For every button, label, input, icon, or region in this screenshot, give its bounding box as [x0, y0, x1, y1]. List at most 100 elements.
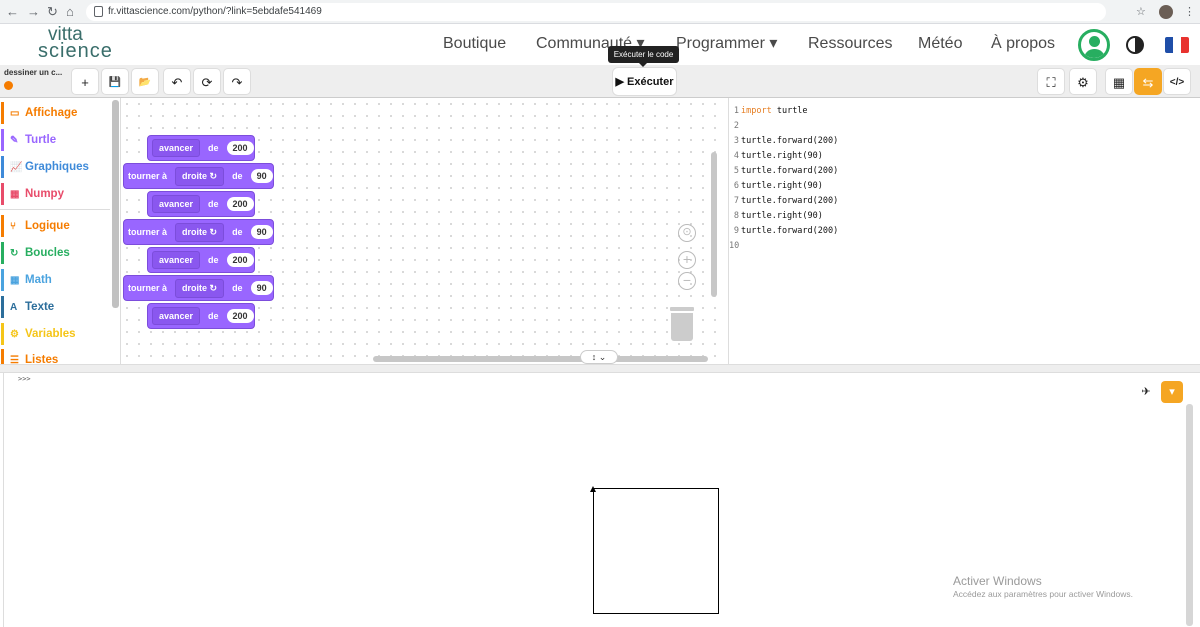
block-de-label: de: [232, 227, 243, 237]
sidebar-item-listes[interactable]: ☰ Listes: [1, 349, 111, 364]
user-account-icon[interactable]: [1078, 29, 1110, 61]
code-text: turtle.forward(200): [741, 136, 839, 146]
code-line[interactable]: 4 turtle.right(90): [729, 149, 823, 164]
block-avancer[interactable]: avancer de 200: [147, 247, 255, 273]
run-button[interactable]: ▶ Exécuter: [612, 67, 677, 96]
code-editor[interactable]: 1 import turtle 2 3 turtle.forward(200) 4 turt…: [728, 98, 1200, 364]
category-icon: ⑂: [10, 221, 16, 232]
refresh-button[interactable]: ⟳: [193, 68, 221, 95]
back-icon[interactable]: ←: [6, 4, 19, 20]
code-line[interactable]: 10: [729, 239, 741, 254]
sidebar-item-math[interactable]: ▦ Math: [1, 269, 111, 291]
line-number: 10: [729, 241, 740, 251]
block-avancer[interactable]: avancer de 200: [147, 135, 255, 161]
undo-button[interactable]: ↶: [163, 68, 191, 95]
category-icon: ▭: [10, 108, 20, 119]
category-icon: ⚙: [10, 329, 19, 340]
browser-chrome: ← → ↻ ⌂ fr.vittascience.com/python/?link…: [0, 0, 1200, 24]
reload-icon[interactable]: ↻: [47, 4, 58, 20]
forward-icon[interactable]: →: [27, 4, 40, 20]
menu-icon[interactable]: ⋮: [1184, 5, 1195, 19]
logo-bottom: science: [38, 40, 113, 62]
workspace-hscrollbar[interactable]: [373, 356, 708, 362]
code-line[interactable]: 6 turtle.right(90): [729, 179, 823, 194]
action-dropdown[interactable]: avancer: [152, 307, 201, 325]
nav-boutique[interactable]: Boutique: [443, 34, 506, 54]
split-view-button[interactable]: ⇆: [1134, 68, 1162, 95]
profile-avatar[interactable]: [1159, 5, 1173, 19]
zoom-in-icon[interactable]: +: [678, 251, 696, 269]
number-input[interactable]: 200: [226, 253, 254, 267]
theme-toggle-icon[interactable]: [1126, 36, 1144, 54]
number-input[interactable]: 90: [250, 169, 273, 183]
number-input[interactable]: 200: [226, 309, 254, 323]
home-icon[interactable]: ⌂: [66, 4, 74, 20]
recenter-icon[interactable]: ⊙: [678, 224, 696, 242]
number-input[interactable]: 200: [226, 141, 254, 155]
sidebar-item-numpy[interactable]: ▦ Numpy: [1, 183, 111, 205]
console-scrollbar[interactable]: [1186, 404, 1193, 626]
code-line[interactable]: 8 turtle.right(90): [729, 209, 823, 224]
code-view-button[interactable]: </>: [1163, 68, 1191, 95]
star-icon[interactable]: ☆: [1136, 5, 1146, 19]
block-avancer[interactable]: avancer de 200: [147, 191, 255, 217]
code-line[interactable]: 5 turtle.forward(200): [729, 164, 838, 179]
code-line[interactable]: 9 turtle.forward(200): [729, 224, 838, 239]
fullscreen-button[interactable]: ⛶: [1037, 68, 1065, 95]
french-flag-icon[interactable]: [1165, 37, 1189, 53]
action-dropdown[interactable]: avancer: [152, 251, 201, 269]
code-line[interactable]: 2: [729, 119, 741, 134]
block-avancer[interactable]: avancer de 200: [147, 303, 255, 329]
console-divider[interactable]: [0, 364, 1200, 373]
sidebar-item-logique[interactable]: ⑂ Logique: [1, 215, 111, 237]
sidebar-scrollbar[interactable]: [112, 100, 119, 308]
address-bar[interactable]: fr.vittascience.com/python/?link=5ebdafe…: [86, 3, 1106, 21]
pin-icon[interactable]: ✈: [1135, 381, 1157, 403]
code-text: turtle.right(90): [741, 181, 823, 191]
code-text: turtle.right(90): [741, 151, 823, 161]
zoom-out-icon[interactable]: −: [678, 272, 696, 290]
settings-button[interactable]: ⚙: [1069, 68, 1097, 95]
block-label: tourner à: [128, 283, 168, 293]
vittascience-logo[interactable]: vitta science: [38, 25, 113, 62]
collapse-console-button[interactable]: ▾: [1161, 381, 1183, 403]
redo-button[interactable]: ↷: [223, 68, 251, 95]
line-number: 4: [733, 151, 739, 161]
code-line[interactable]: 7 turtle.forward(200): [729, 194, 838, 209]
blocks-workspace[interactable]: avancer de 200 tourner à droite ↻ de 90 avancer…: [121, 98, 719, 364]
action-dropdown[interactable]: avancer: [152, 139, 201, 157]
sidebar-item-boucles[interactable]: ↻ Boucles: [1, 242, 111, 264]
blocks-view-button[interactable]: ▦: [1105, 68, 1133, 95]
code-line[interactable]: 3 turtle.forward(200): [729, 134, 838, 149]
project-name[interactable]: dessiner un c...: [4, 68, 62, 77]
panel-resize-handle[interactable]: ↕ ⌄: [580, 350, 618, 364]
sidebar-item-turtle[interactable]: ✎ Turtle: [1, 129, 111, 151]
number-input[interactable]: 90: [250, 225, 273, 239]
nav-a-propos[interactable]: À propos: [991, 34, 1055, 54]
save-button[interactable]: 💾: [101, 68, 129, 95]
direction-dropdown[interactable]: droite ↻: [175, 222, 225, 242]
direction-dropdown[interactable]: droite ↻: [175, 278, 225, 298]
code-line[interactable]: 1 import turtle: [729, 104, 808, 119]
sidebar-item-variables[interactable]: ⚙ Variables: [1, 323, 111, 345]
sidebar-item-affichage[interactable]: ▭ Affichage: [1, 102, 111, 124]
nav-meteo[interactable]: Météo: [918, 34, 962, 54]
direction-dropdown[interactable]: droite ↻: [175, 166, 225, 186]
open-button[interactable]: 📂: [131, 68, 159, 95]
new-button[interactable]: +: [71, 68, 99, 95]
sidebar-item-graphiques[interactable]: 📈 Graphiques: [1, 156, 111, 178]
sidebar-item-texte[interactable]: A Texte: [1, 296, 111, 318]
nav-programmer[interactable]: Programmer ▾: [676, 34, 777, 54]
category-icon: ☰: [10, 355, 19, 364]
trash-icon[interactable]: [670, 307, 694, 341]
number-input[interactable]: 200: [226, 197, 254, 211]
action-dropdown[interactable]: avancer: [152, 195, 201, 213]
block-tourner[interactable]: tourner à droite ↻ de 90: [123, 275, 274, 301]
number-input[interactable]: 90: [250, 281, 273, 295]
nav-ressources[interactable]: Ressources: [808, 34, 892, 54]
category-icon: ↻: [10, 248, 19, 259]
workspace-vscrollbar[interactable]: [711, 152, 717, 297]
block-tourner[interactable]: tourner à droite ↻ de 90: [123, 219, 274, 245]
block-tourner[interactable]: tourner à droite ↻ de 90: [123, 163, 274, 189]
sidebar-item-label: Affichage: [25, 107, 78, 119]
